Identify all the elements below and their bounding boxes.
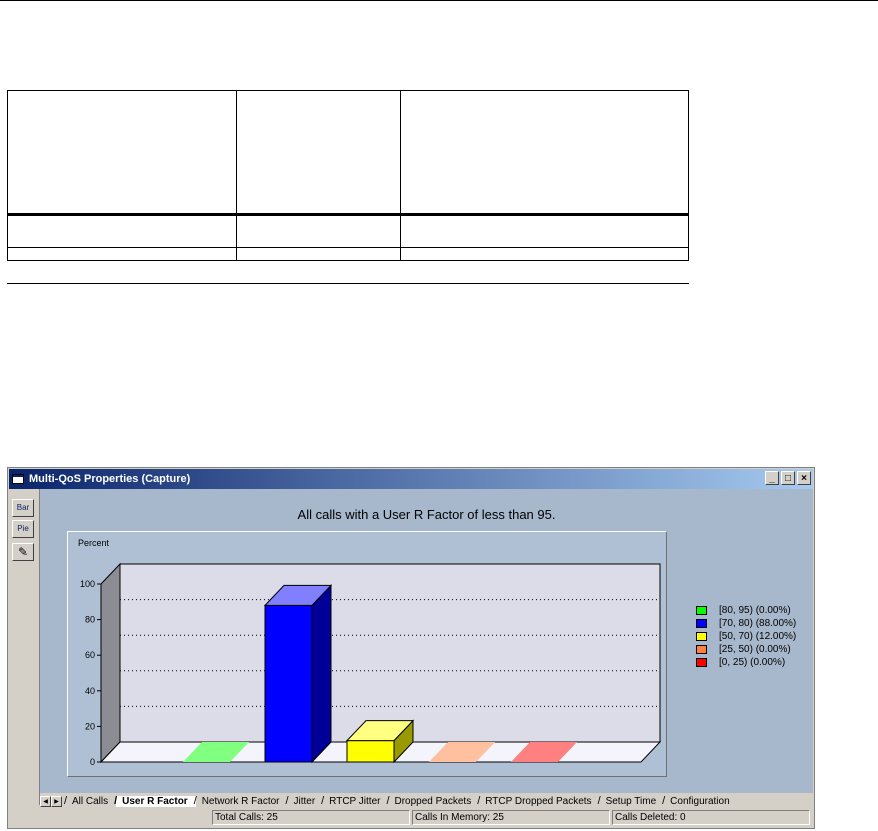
status-bar: Total Calls: 25 Calls In Memory: 25 Call… bbox=[9, 809, 813, 827]
bar-side bbox=[311, 584, 332, 764]
legend-swatch bbox=[696, 619, 707, 628]
window-titlebar[interactable]: Multi-QoS Properties (Capture) _ □ × bbox=[9, 469, 813, 489]
legend-item: [0, 25) (0.00%) bbox=[696, 656, 796, 669]
table-header-rule bbox=[7, 213, 689, 216]
status-calls-in-memory: Calls In Memory: 25 bbox=[412, 810, 610, 825]
window-icon bbox=[12, 474, 24, 484]
legend-label: [70, 80) (88.00%) bbox=[719, 618, 797, 629]
tab-scroll-left-icon[interactable]: ◀ bbox=[40, 795, 51, 807]
legend-swatch bbox=[696, 658, 707, 667]
status-calls-deleted: Calls Deleted: 0 bbox=[612, 810, 810, 825]
y-tick-label: 40 bbox=[85, 686, 95, 696]
legend-item: [80, 95) (0.00%) bbox=[696, 604, 796, 617]
tab-rtcp-jitter[interactable]: RTCP Jitter bbox=[321, 795, 388, 807]
pie-chart-button[interactable]: Pie bbox=[12, 520, 34, 538]
y-tick-label: 20 bbox=[85, 721, 95, 731]
tab-strip: ◀ ▶ All CallsUser R FactorNetwork R Fact… bbox=[40, 793, 813, 809]
table-row-divider bbox=[7, 247, 689, 248]
plot-left-wall bbox=[100, 562, 121, 764]
minimize-button[interactable]: _ bbox=[765, 471, 779, 485]
legend-swatch bbox=[696, 606, 707, 615]
tab-scroll-right-icon[interactable]: ▶ bbox=[51, 795, 62, 807]
tab-setup-time[interactable]: Setup Time bbox=[598, 795, 665, 807]
legend-item: [25, 50) (0.00%) bbox=[696, 643, 796, 656]
tab-rtcp-dropped-packets[interactable]: RTCP Dropped Packets bbox=[477, 795, 599, 807]
maximize-button[interactable]: □ bbox=[781, 471, 795, 485]
bar bbox=[264, 604, 313, 763]
bar-chart-button[interactable]: Bar bbox=[12, 499, 34, 517]
table-border bbox=[7, 90, 689, 261]
y-tick-label: 80 bbox=[85, 615, 95, 625]
chart-toolbar: Bar Pie ✎ bbox=[9, 489, 40, 805]
legend-item: [50, 70) (12.00%) bbox=[696, 630, 796, 643]
window-title: Multi-QoS Properties (Capture) bbox=[29, 473, 191, 485]
chart-area: All calls with a User R Factor of less t… bbox=[40, 489, 813, 803]
legend-label: [0, 25) (0.00%) bbox=[719, 657, 786, 668]
y-tick-label: 60 bbox=[85, 650, 95, 660]
tab-user-r-factor[interactable]: User R Factor bbox=[114, 795, 196, 807]
qos-properties-window: Multi-QoS Properties (Capture) _ □ × Bar… bbox=[7, 467, 815, 829]
bar bbox=[346, 740, 395, 763]
status-total-calls: Total Calls: 25 bbox=[212, 810, 410, 825]
tab-network-r-factor[interactable]: Network R Factor bbox=[194, 795, 288, 807]
y-tick-label: 0 bbox=[90, 757, 95, 767]
legend-label: [50, 70) (12.00%) bbox=[719, 631, 797, 642]
page-top-rule bbox=[0, 0, 878, 1]
table-column-divider bbox=[236, 90, 237, 261]
tab-jitter[interactable]: Jitter bbox=[286, 795, 324, 807]
tab-dropped-packets[interactable]: Dropped Packets bbox=[386, 795, 479, 807]
tab-configuration[interactable]: Configuration bbox=[662, 795, 737, 807]
legend-swatch bbox=[696, 632, 707, 641]
table-column-divider bbox=[400, 90, 401, 261]
tab-all-calls[interactable]: All Calls bbox=[64, 795, 116, 807]
legend-label: [25, 50) (0.00%) bbox=[719, 644, 791, 655]
y-tick-label: 100 bbox=[80, 579, 95, 589]
plot-back-wall bbox=[119, 563, 661, 743]
document-table bbox=[7, 90, 689, 284]
pencil-icon[interactable]: ✎ bbox=[12, 543, 34, 561]
table-row-divider bbox=[7, 283, 689, 284]
legend-label: [80, 95) (0.00%) bbox=[719, 605, 791, 616]
legend-item: [70, 80) (88.00%) bbox=[696, 617, 796, 630]
chart-legend: [80, 95) (0.00%) [70, 80) (88.00%) [50, 70… bbox=[696, 604, 796, 669]
close-button[interactable]: × bbox=[797, 471, 811, 485]
legend-swatch bbox=[696, 645, 707, 654]
